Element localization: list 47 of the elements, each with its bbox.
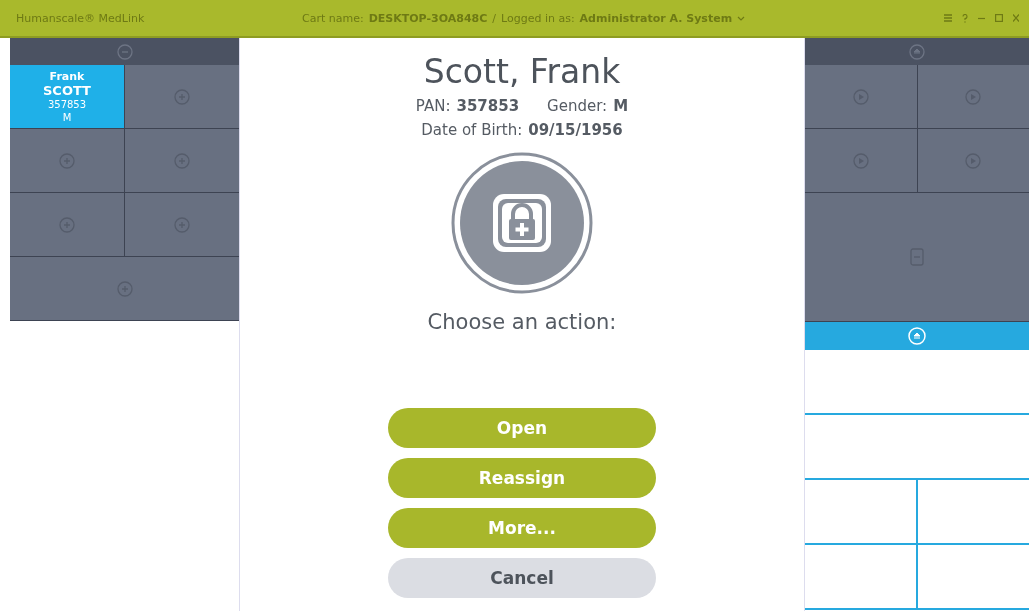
- separator: /: [492, 11, 496, 25]
- drawer[interactable]: [805, 193, 1029, 321]
- pan-value: 357853: [456, 96, 520, 117]
- user-name[interactable]: Administrator A. System: [579, 11, 733, 25]
- open-drawer[interactable]: [918, 545, 1029, 608]
- action-button[interactable]: Cancel: [388, 558, 656, 598]
- drawer[interactable]: [805, 65, 917, 128]
- drawer[interactable]: [10, 193, 124, 256]
- patient-first-name: Frank: [49, 69, 85, 83]
- app-name: Humanscale® MedLink: [16, 11, 146, 25]
- action-button[interactable]: Reassign: [388, 458, 656, 498]
- drawer[interactable]: [10, 129, 124, 192]
- gender-label: Gender:: [547, 96, 608, 117]
- drawer[interactable]: [917, 65, 1029, 128]
- pan-label: PAN:: [415, 96, 451, 117]
- action-button[interactable]: More...: [388, 508, 656, 548]
- open-drawer[interactable]: [918, 480, 1029, 543]
- cart-label: Cart name:: [302, 11, 364, 25]
- dob-label: Date of Birth:: [421, 120, 523, 141]
- open-drawer[interactable]: [805, 545, 916, 608]
- cart-name: DESKTOP-3OA848C: [368, 11, 488, 25]
- open-drawer[interactable]: [805, 350, 1029, 413]
- maximize-icon[interactable]: [995, 14, 1003, 22]
- help-icon[interactable]: [962, 13, 968, 23]
- menu-icon[interactable]: [944, 14, 952, 22]
- drawer[interactable]: [125, 129, 239, 192]
- drawer[interactable]: [917, 129, 1029, 192]
- patient-pan: 357853: [47, 97, 87, 111]
- dob-value: 09/15/1956: [528, 120, 623, 141]
- minimize-icon[interactable]: [978, 16, 985, 20]
- action-button[interactable]: Open: [388, 408, 656, 448]
- gender-value: M: [613, 96, 629, 117]
- patient-gender: M: [62, 110, 72, 124]
- drawer[interactable]: [125, 65, 239, 128]
- drawer[interactable]: [125, 193, 239, 256]
- patient-name: Scott, Frank: [423, 51, 621, 93]
- patient-last-name: SCOTT: [43, 82, 91, 98]
- user-label: Logged in as:: [501, 11, 575, 25]
- close-icon[interactable]: [1013, 14, 1019, 22]
- drawer[interactable]: [10, 257, 239, 320]
- drawer[interactable]: [805, 129, 917, 192]
- action-prompt: Choose an action:: [427, 310, 617, 334]
- medical-lock-icon: [451, 152, 593, 294]
- drawer[interactable]: Frank SCOTT 357853 M: [10, 65, 124, 128]
- caret-icon[interactable]: [737, 15, 746, 21]
- open-drawer[interactable]: [805, 480, 916, 543]
- open-drawer[interactable]: [805, 415, 1029, 478]
